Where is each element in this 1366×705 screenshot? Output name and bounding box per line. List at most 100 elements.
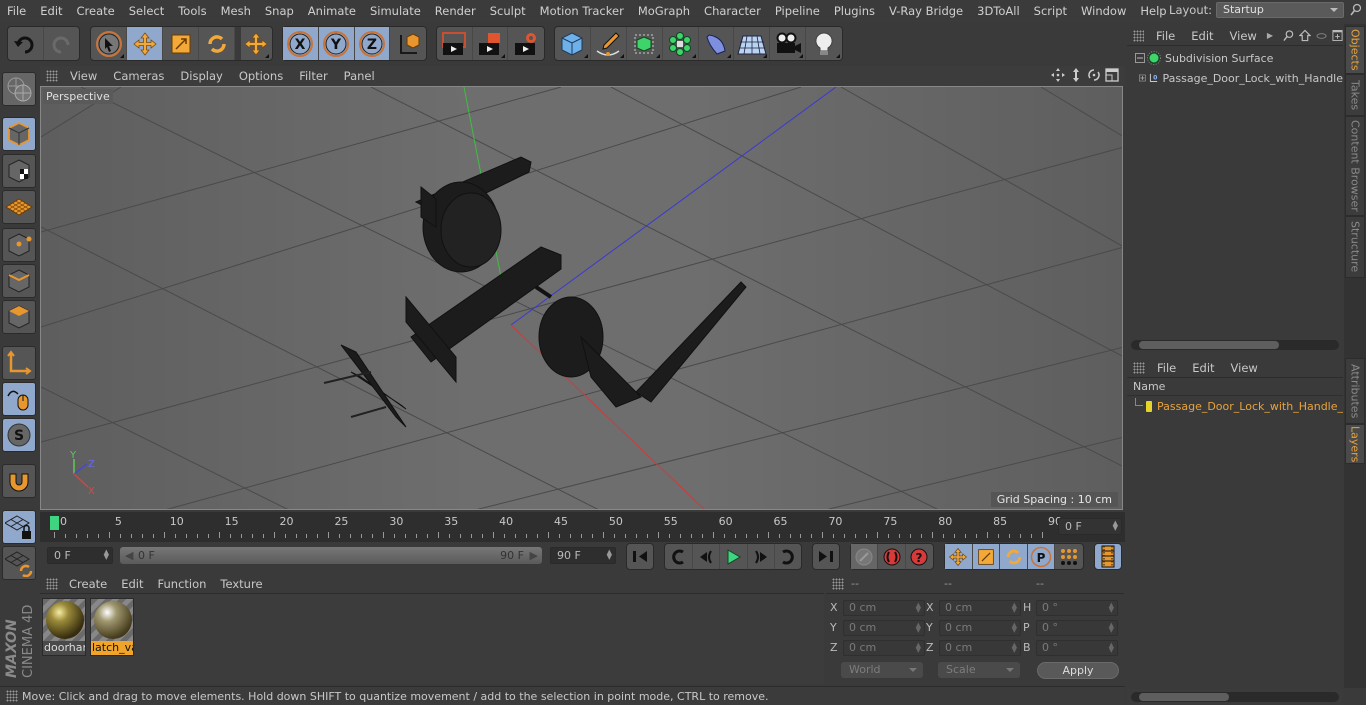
apply-button[interactable]: Apply [1037, 662, 1119, 679]
cloner-button[interactable] [663, 27, 699, 60]
coordinate-space-dropdown[interactable]: World [841, 662, 923, 678]
scrollbar-thumb[interactable] [1139, 341, 1279, 349]
menu-file[interactable]: File [0, 4, 33, 18]
coord-value-field[interactable]: 0 cm ▲ ▼ [939, 600, 1021, 616]
material-menu-edit[interactable]: Edit [114, 577, 150, 591]
scale-tool-button[interactable] [163, 27, 199, 60]
menu-select[interactable]: Select [122, 4, 171, 18]
timeline-window-button[interactable] [1094, 543, 1122, 570]
tab-content-browser[interactable]: Content Browser [1345, 116, 1365, 216]
panel-grip[interactable] [6, 690, 18, 702]
menu-3dtoall[interactable]: 3DToAll [970, 4, 1027, 18]
texture-mode-button[interactable] [2, 154, 36, 188]
tweak-mode-button[interactable] [2, 382, 36, 416]
menu-tools[interactable]: Tools [171, 4, 213, 18]
end-frame-field[interactable]: 90 F ▲ ▼ [550, 547, 616, 564]
menu-create[interactable]: Create [70, 4, 122, 18]
tree-item-subdivision-surface[interactable]: Subdivision Surface [1127, 48, 1343, 68]
panel-grip[interactable] [46, 577, 58, 590]
viewport-menu-cameras[interactable]: Cameras [105, 69, 172, 83]
autokey-button[interactable] [878, 544, 906, 569]
size-mode-dropdown[interactable]: Scale [938, 662, 1020, 678]
move-key-button[interactable] [945, 544, 973, 569]
polygons-mode-button[interactable] [2, 300, 36, 334]
menu-sculpt[interactable]: Sculpt [483, 4, 533, 18]
menu-pipeline[interactable]: Pipeline [768, 4, 827, 18]
coordinate-system-button[interactable] [390, 27, 426, 60]
workplane-sync-button[interactable] [2, 546, 36, 580]
x-axis-button[interactable]: X [283, 27, 319, 60]
tree-item-door-lock[interactable]: 0 Passage_Door_Lock_with_Handle [1127, 68, 1343, 88]
go-to-end-button[interactable] [812, 543, 840, 570]
render-settings-button[interactable] [508, 27, 544, 60]
axis-mode-button[interactable] [2, 346, 36, 380]
make-editable-button[interactable] [2, 72, 36, 106]
play-forward-button[interactable] [720, 544, 748, 569]
zoom-view-icon[interactable] [1069, 68, 1083, 82]
redo-button[interactable] [44, 27, 80, 60]
layers-horizontal-scrollbar[interactable] [1131, 692, 1339, 702]
layers-menu-file[interactable]: File [1149, 361, 1184, 375]
points-mode-button[interactable] [2, 228, 36, 262]
layer-color-swatch[interactable] [1145, 400, 1152, 412]
workplane-mode-button[interactable] [2, 190, 36, 224]
menu-snap[interactable]: Snap [258, 4, 301, 18]
panel-grip[interactable] [832, 577, 844, 590]
snap-magnet-button[interactable] [2, 464, 36, 498]
y-axis-button[interactable]: Y [318, 27, 355, 60]
pla-key-button[interactable] [1055, 544, 1083, 569]
coord-value-field[interactable]: 0 cm ▲ ▼ [843, 640, 925, 656]
go-to-start-button[interactable] [626, 543, 654, 570]
frame-range-slider[interactable]: ◀ 0 F 90 F ▶ [120, 547, 542, 564]
objects-menu-view[interactable]: View [1222, 29, 1265, 43]
scale-key-button[interactable] [972, 544, 1001, 569]
rotate-tool-button[interactable] [199, 27, 235, 60]
panel-grip[interactable] [1133, 29, 1145, 42]
material-menu-create[interactable]: Create [62, 577, 114, 591]
rotate-key-button[interactable] [1000, 544, 1028, 569]
tab-objects[interactable]: Objects [1345, 26, 1365, 74]
material-menu-function[interactable]: Function [151, 577, 214, 591]
objects-menu-file[interactable]: File [1148, 29, 1183, 43]
step-forward-button[interactable] [748, 544, 776, 569]
timeline-ruler[interactable]: 0 5 10 15 20 25 30 35 40 45 50 55 60 65 70 75 80 85 90 0 F… [40, 512, 1125, 542]
3d-viewport[interactable]: Y Z X Perspective Grid Spacing : 10 cm [40, 86, 1123, 510]
coord-value-field[interactable]: 0 ° ▲ ▼ [1036, 640, 1118, 656]
menu-help[interactable]: Help [1133, 4, 1173, 18]
loop-button[interactable] [775, 544, 801, 569]
play-backwards-button[interactable] [665, 544, 693, 569]
viewport-menu-filter[interactable]: Filter [291, 69, 335, 83]
material-swatch[interactable]: latch_va [90, 598, 134, 656]
rotate-view-icon[interactable] [1087, 68, 1101, 82]
menu-motion-tracker[interactable]: Motion Tracker [533, 4, 631, 18]
menu-character[interactable]: Character [697, 4, 768, 18]
home-icon[interactable] [1299, 29, 1311, 42]
layout-dropdown[interactable]: Startup [1216, 2, 1344, 18]
deformer-button[interactable] [699, 27, 735, 60]
solo-mode-button[interactable]: S [2, 418, 36, 452]
objects-menu-edit[interactable]: Edit [1183, 29, 1221, 43]
layer-name-column-header[interactable]: Name [1127, 378, 1343, 396]
tab-layers[interactable]: Layers [1345, 424, 1365, 464]
model-mode-button[interactable] [2, 117, 36, 151]
workplane-lock-button[interactable] [2, 510, 36, 544]
tab-takes[interactable]: Takes [1345, 74, 1365, 116]
search-icon[interactable] [1283, 29, 1294, 42]
undo-button[interactable] [8, 27, 44, 60]
param-key-button[interactable]: P [1027, 544, 1056, 569]
pan-view-icon[interactable] [1051, 68, 1065, 82]
live-selection-button[interactable] [91, 27, 127, 60]
layers-menu-view[interactable]: View [1223, 361, 1266, 375]
step-back-button[interactable] [693, 544, 721, 569]
pen-button[interactable] [591, 27, 627, 60]
menu-plugins[interactable]: Plugins [827, 4, 882, 18]
keyframe-selection-button[interactable]: ? [906, 544, 933, 569]
edges-mode-button[interactable] [2, 264, 36, 298]
menu-script[interactable]: Script [1027, 4, 1074, 18]
tab-attributes[interactable]: Attributes [1345, 358, 1365, 424]
layer-row[interactable]: Passage_Door_Lock_with_Handle_ [1127, 396, 1343, 416]
expand-icon[interactable] [1139, 73, 1146, 83]
floor-button[interactable] [734, 27, 771, 60]
viewport-menu-options[interactable]: Options [231, 69, 291, 83]
viewport-menu-panel[interactable]: Panel [336, 69, 383, 83]
